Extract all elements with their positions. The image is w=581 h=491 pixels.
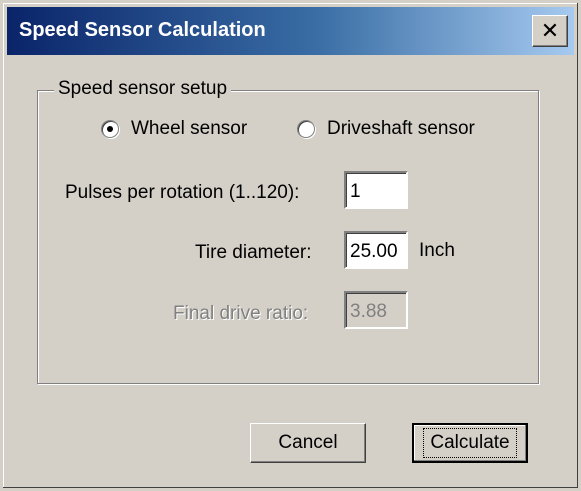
close-icon: ✕ (540, 18, 560, 44)
radio-driveshaft-sensor[interactable]: Driveshaft sensor (297, 118, 475, 140)
speed-sensor-dialog: Speed Sensor Calculation ✕ Speed sensor … (0, 0, 581, 491)
final-drive-ratio-input (344, 291, 408, 329)
radio-label-driveshaft-sensor: Driveshaft sensor (327, 118, 475, 139)
tire-diameter-input[interactable] (344, 231, 408, 269)
tire-diameter-label: Tire diameter: (195, 242, 312, 263)
calculate-button[interactable]: Calculate (412, 423, 528, 463)
pulses-label: Pulses per rotation (1..120): (65, 182, 300, 203)
radio-button-icon[interactable] (101, 120, 119, 138)
cancel-button-label: Cancel (278, 432, 338, 453)
title-bar[interactable]: Speed Sensor Calculation ✕ (7, 7, 574, 55)
close-button[interactable]: ✕ (532, 15, 568, 47)
group-label: Speed sensor setup (54, 78, 232, 100)
pulses-input[interactable] (344, 171, 408, 209)
radio-button-icon[interactable] (297, 120, 315, 138)
radio-wheel-sensor[interactable]: Wheel sensor (101, 118, 247, 140)
radio-label-wheel-sensor: Wheel sensor (131, 118, 248, 139)
speed-sensor-setup-group: Speed sensor setup Wheel sensor Drivesha… (37, 78, 539, 384)
tire-diameter-unit: Inch (419, 240, 455, 261)
calculate-button-label: Calculate (423, 428, 517, 458)
window-title: Speed Sensor Calculation (19, 19, 266, 41)
radio-selected-dot (107, 126, 113, 132)
final-drive-ratio-label: Final drive ratio: (173, 303, 309, 324)
cancel-button[interactable]: Cancel (250, 423, 366, 463)
